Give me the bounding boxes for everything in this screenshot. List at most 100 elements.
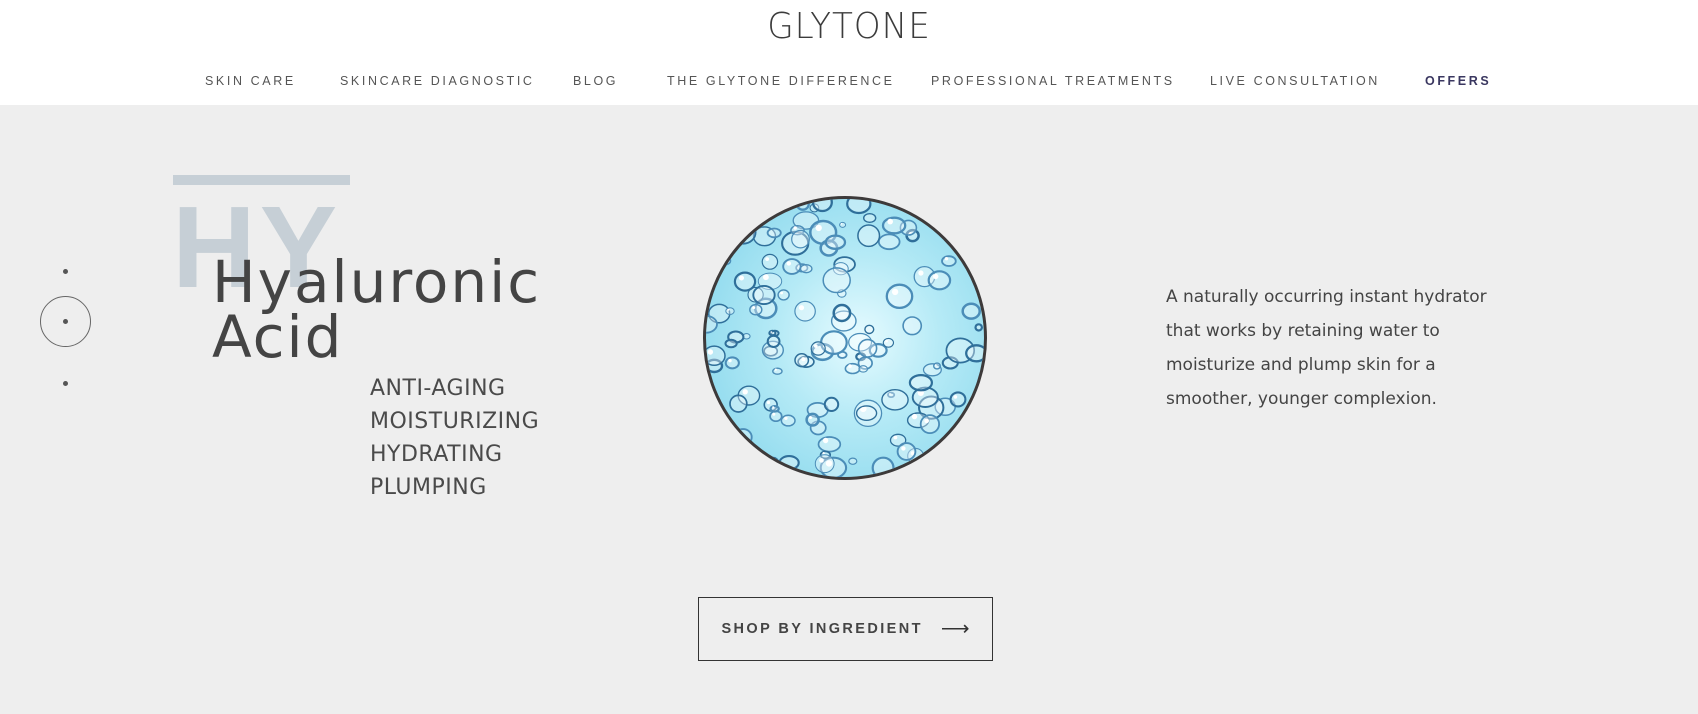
bubble-highlight — [848, 364, 852, 368]
bubble-highlight — [893, 435, 898, 440]
bubble — [885, 283, 914, 310]
bubble-highlight — [798, 305, 805, 311]
benefit-item: HYDRATING — [370, 442, 503, 467]
bubble-highlight — [728, 358, 732, 363]
bubble — [706, 459, 722, 473]
benefit-item: ANTI-AGING — [370, 376, 506, 401]
bubble-highlight — [885, 339, 888, 343]
bubble — [766, 456, 780, 469]
shop-button-label: SHOP BY INGREDIENT — [721, 621, 923, 637]
bubble — [707, 440, 717, 450]
bubble — [848, 457, 858, 465]
bubble — [706, 247, 718, 264]
pager-dot-1[interactable] — [63, 269, 68, 274]
bubble — [728, 232, 737, 241]
bubble-highlight — [722, 257, 726, 261]
bubble — [908, 373, 933, 392]
bubble — [720, 442, 749, 469]
glytone-logo[interactable]: GLYTONE — [42, 6, 1655, 47]
nav-offers[interactable]: OFFERS — [1425, 74, 1491, 88]
bubble — [725, 217, 742, 230]
bubble-highlight — [901, 446, 906, 451]
bubble — [971, 199, 984, 212]
bubble — [794, 300, 816, 322]
bubble-highlight — [770, 331, 773, 333]
bubble-highlight — [727, 308, 730, 311]
nav-glytone-difference[interactable]: THE GLYTONE DIFFERENCE — [667, 74, 895, 88]
bubble — [761, 253, 779, 270]
bubble — [749, 303, 763, 316]
nav-professional-treatments[interactable]: PROFESSIONAL TREATMENTS — [931, 74, 1175, 88]
bubble — [772, 367, 783, 375]
bubble — [952, 422, 980, 448]
pager-dot-2[interactable] — [63, 319, 68, 324]
bubble — [778, 455, 800, 471]
bubble — [752, 284, 776, 306]
bubble — [858, 365, 869, 373]
bubble-highlight — [933, 273, 939, 280]
bubble — [960, 410, 984, 432]
bubble-highlight — [911, 413, 918, 420]
bubble — [965, 344, 984, 363]
ingredient-hero: HY Hyaluronic Acid ANTI-AGING MOISTURIZI… — [0, 105, 1698, 714]
benefit-list: ANTI-AGING MOISTURIZING HYDRATING PLUMPI… — [370, 372, 539, 504]
nav-live-consultation[interactable]: LIVE CONSULTATION — [1210, 74, 1380, 88]
bubble — [949, 391, 967, 408]
bubble — [902, 316, 923, 336]
bubble — [724, 424, 734, 433]
bubble — [896, 442, 917, 461]
bubble-highlight — [944, 257, 949, 261]
bubble — [780, 414, 796, 427]
bubble — [733, 428, 753, 447]
bubble — [768, 329, 777, 337]
bubble-highlight — [815, 224, 822, 232]
bubble-highlight — [774, 368, 777, 371]
arrow-right-icon: ⟶ — [940, 618, 970, 640]
nav-blog[interactable]: BLOG — [573, 74, 618, 88]
bubble-highlight — [772, 412, 776, 416]
bubble — [782, 258, 802, 275]
nav-skin-care[interactable]: SKIN CARE — [205, 74, 296, 88]
bubble-highlight — [772, 406, 775, 409]
pager-dot-3[interactable] — [63, 381, 68, 386]
bubble — [944, 454, 961, 471]
bubble-highlight — [765, 257, 770, 261]
bubble — [795, 199, 810, 211]
bubble — [927, 270, 952, 291]
bubble-highlight — [860, 407, 866, 413]
bubble — [777, 289, 790, 301]
bubble — [832, 303, 852, 323]
bubble — [811, 199, 833, 213]
bubble — [706, 449, 735, 471]
nav-skincare-diagnostic[interactable]: SKINCARE DIAGNOSTIC — [340, 74, 535, 88]
bubble-highlight — [966, 413, 974, 420]
bubble — [966, 199, 983, 209]
bubble — [724, 356, 740, 370]
bubble — [957, 460, 967, 470]
bubble — [823, 396, 840, 412]
bubble — [857, 338, 878, 358]
shop-by-ingredient-button[interactable]: SHOP BY INGREDIENT ⟶ — [698, 597, 993, 661]
bubble — [814, 454, 835, 474]
bubble-highlight — [887, 218, 893, 225]
bubble — [724, 338, 738, 349]
bubble-highlight — [793, 226, 797, 230]
bubble — [769, 405, 780, 413]
bubble — [817, 436, 842, 453]
bubble — [730, 219, 757, 245]
title-line-2: Acid — [212, 303, 344, 371]
bubble-highlight — [819, 458, 824, 463]
bubble — [952, 199, 968, 211]
bubble — [846, 199, 872, 215]
bubble — [855, 405, 878, 422]
bubble — [871, 456, 895, 477]
site-header: GLYTONE SKIN CARE SKINCARE DIAGNOSTIC BL… — [0, 0, 1698, 105]
bubble-highlight — [924, 418, 929, 424]
bubble-highlight — [786, 261, 791, 266]
water-bubbles-image — [703, 196, 987, 480]
bubble-highlight — [739, 275, 744, 281]
bubble — [706, 345, 726, 367]
bubble — [810, 341, 826, 356]
bubble — [919, 470, 930, 477]
bubble — [973, 449, 984, 459]
